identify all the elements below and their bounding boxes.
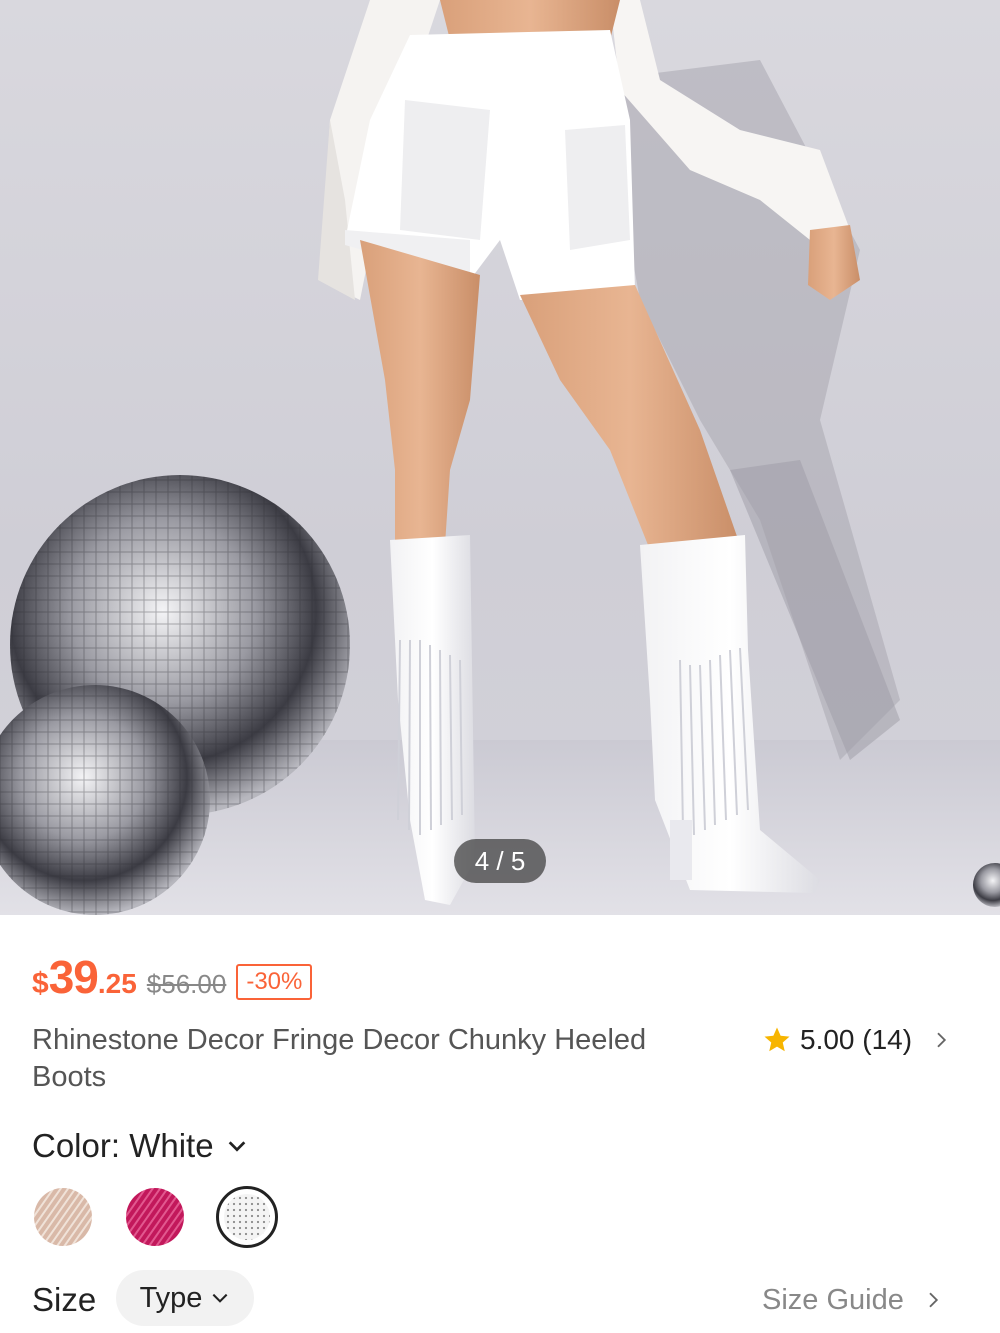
product-title: Rhinestone Decor Fringe Decor Chunky Hee… [32,1024,647,1093]
chevron-right-icon [937,1032,947,1048]
champagne-swatch-icon [34,1188,92,1246]
chevron-down-icon [228,1141,245,1152]
product-photo [0,0,1000,915]
product-image-gallery[interactable]: 4 / 5 [0,0,1000,915]
size-label: Size [32,1281,97,1318]
chevron-right-icon [929,1292,938,1308]
color-label: Color: White [32,1127,214,1164]
color-selector[interactable]: Color: White [32,1126,248,1166]
image-page-indicator: 4 / 5 [454,839,546,883]
star-icon [764,1027,790,1052]
original-price: $56.00 [146,969,227,999]
price-currency: $ [32,967,49,1000]
swatch-champagne[interactable] [32,1186,94,1248]
size-type-label: Type [139,1281,203,1314]
price-decimal: .25 [97,968,137,999]
rating-link[interactable]: 5.00 (14) [762,1022,950,1058]
price-row: $ 39 .25 $56.00 -30% [32,950,313,1003]
price-integer: 39 [48,951,99,1003]
swatch-fuchsia[interactable] [124,1186,186,1248]
chevron-down-icon [213,1293,228,1303]
discount-badge: -30% [236,964,313,1000]
fuchsia-swatch-icon [126,1188,184,1246]
size-guide-label: Size Guide [762,1283,904,1316]
swatch-white-selected[interactable] [216,1186,278,1248]
size-type-dropdown[interactable]: Type [116,1270,254,1326]
white-swatch-icon [224,1194,270,1240]
rating-score: 5.00 (14) [800,1024,913,1055]
size-guide-link[interactable]: Size Guide [762,1280,942,1320]
